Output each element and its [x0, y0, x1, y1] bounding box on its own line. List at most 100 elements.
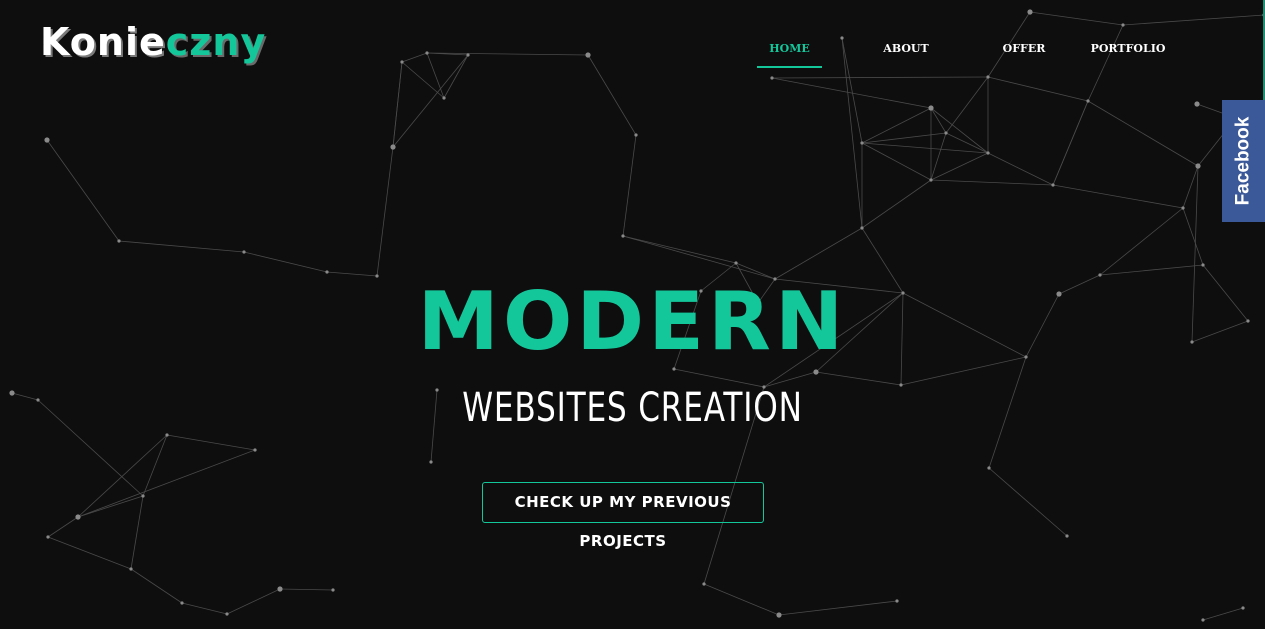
network-node [634, 133, 638, 137]
network-node [165, 433, 169, 437]
network-link [861, 142, 989, 154]
network-link [1029, 11, 1124, 26]
network-node [1181, 206, 1185, 210]
network-node [425, 51, 429, 55]
network-link [37, 399, 144, 497]
network-link [930, 152, 989, 181]
network-node [860, 141, 864, 145]
network-node [400, 60, 404, 64]
network-link [861, 142, 932, 181]
network-node [986, 151, 990, 155]
network-node [813, 369, 819, 375]
network-link [861, 107, 932, 144]
network-link [988, 467, 1068, 537]
network-link [587, 54, 637, 136]
network-link [401, 52, 428, 63]
network-link [1122, 14, 1265, 26]
network-node [1201, 263, 1205, 267]
network-node [390, 144, 396, 150]
network-link [930, 132, 947, 181]
page: Konieczny HOME ABOUT OFFER PORTFOLIO Fac… [0, 0, 1265, 629]
network-link [181, 602, 228, 615]
network-link [930, 179, 1054, 186]
logo[interactable]: Konieczny [40, 20, 266, 64]
network-link [774, 227, 863, 280]
network-node [242, 250, 246, 254]
network-link [77, 434, 168, 518]
network-node [986, 75, 990, 79]
network-link [987, 76, 1089, 102]
network-link [861, 132, 947, 144]
nav-item-home[interactable]: HOME [757, 40, 822, 68]
network-node [1201, 618, 1205, 622]
network-link [11, 392, 39, 401]
network-node [1086, 99, 1090, 103]
network-node [429, 460, 433, 464]
network-node [734, 261, 738, 265]
hero-title: MODERN [417, 275, 848, 368]
network-link [47, 536, 132, 570]
facebook-tab[interactable]: Facebook [1222, 100, 1265, 222]
nav-item-portfolio[interactable]: PORTFOLIO [1088, 40, 1168, 68]
network-link [1182, 207, 1204, 266]
main-nav: HOME ABOUT OFFER PORTFOLIO [757, 40, 1168, 68]
network-node [442, 96, 446, 100]
check-projects-button[interactable]: CHECK UP MY PREVIOUS PROJECTS [482, 482, 764, 550]
network-link [1099, 207, 1184, 276]
network-node [702, 582, 706, 586]
network-node [860, 226, 864, 230]
network-node [585, 52, 591, 58]
network-link [77, 449, 256, 518]
network-link [47, 516, 79, 538]
network-node [1194, 101, 1200, 107]
network-link [1182, 165, 1199, 209]
network-node [117, 239, 121, 243]
network-node [141, 494, 145, 498]
network-link [778, 600, 898, 616]
network-node [466, 53, 470, 57]
network-link [142, 434, 168, 497]
network-link [703, 583, 780, 616]
network-node [770, 76, 774, 80]
network-node [987, 466, 991, 470]
network-link [1052, 184, 1184, 209]
network-node [75, 514, 81, 520]
network-link [426, 52, 445, 99]
network-node [36, 398, 40, 402]
network-link [930, 107, 947, 134]
network-link [118, 240, 245, 253]
network-node [44, 137, 50, 143]
network-node [253, 448, 257, 452]
network-node [1065, 534, 1069, 538]
network-link [622, 235, 776, 280]
network-link [771, 76, 989, 79]
nav-item-about[interactable]: ABOUT [871, 40, 941, 68]
network-node [1195, 163, 1201, 169]
network-link [46, 139, 120, 242]
network-node [1121, 23, 1125, 27]
network-node [1027, 9, 1033, 15]
network-link [130, 495, 144, 570]
network-link [622, 134, 637, 237]
facebook-label: Facebook [1232, 116, 1254, 206]
network-link [1087, 100, 1199, 167]
network-node [1241, 606, 1245, 610]
network-node [277, 586, 283, 592]
network-link [1052, 100, 1089, 186]
network-link [376, 146, 394, 277]
hero-subtitle: WEBSITES CREATION [462, 385, 803, 431]
network-node [225, 612, 229, 616]
network-link [130, 568, 183, 604]
nav-item-offer[interactable]: OFFER [994, 40, 1054, 68]
network-link [392, 54, 469, 148]
network-link [243, 251, 328, 273]
network-link [392, 61, 403, 148]
network-node [944, 131, 948, 135]
network-link [861, 179, 932, 229]
network-link [1202, 607, 1244, 621]
network-node [129, 567, 133, 571]
network-link [226, 588, 281, 615]
logo-text-white: Konie [40, 20, 166, 64]
network-node [9, 390, 15, 396]
network-link [987, 152, 1054, 186]
